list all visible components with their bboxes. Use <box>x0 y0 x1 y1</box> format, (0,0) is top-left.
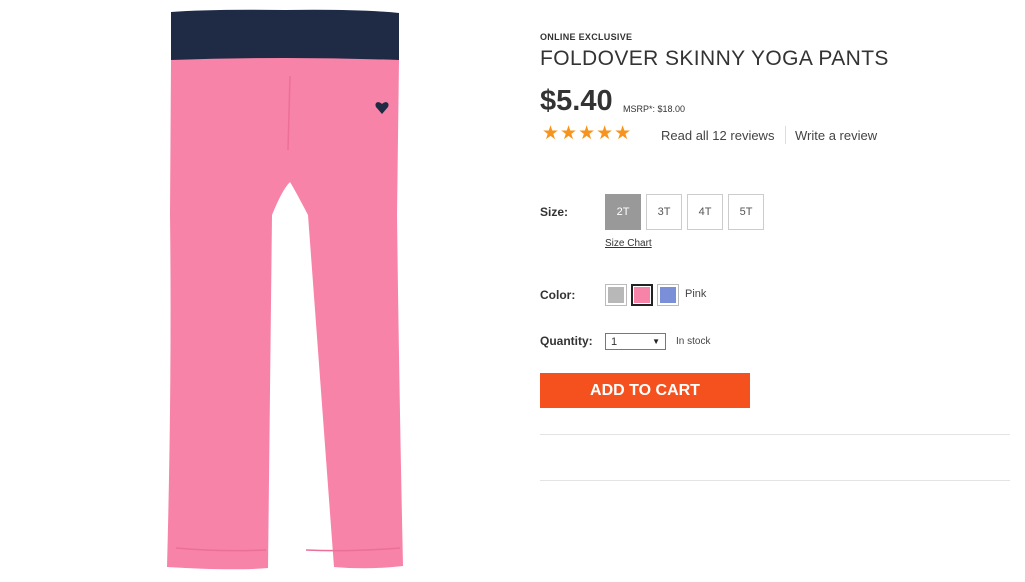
stock-status: In stock <box>676 336 711 347</box>
online-exclusive-label: ONLINE EXCLUSIVE <box>540 32 633 42</box>
color-swatch-periwinkle[interactable] <box>657 284 679 306</box>
size-option-2t[interactable]: 2T <box>605 194 641 230</box>
dropdown-arrow-icon: ▼ <box>652 337 660 346</box>
add-to-cart-button[interactable]: ADD TO CART <box>540 373 750 408</box>
read-reviews-link[interactable]: Read all 12 reviews <box>661 128 774 143</box>
color-swatch-pink[interactable] <box>631 284 653 306</box>
periwinkle-swatch-fill <box>660 287 676 303</box>
write-review-link[interactable]: Write a review <box>795 128 877 143</box>
size-option-4t[interactable]: 4T <box>687 194 723 230</box>
section-divider <box>540 480 1010 481</box>
quantity-select[interactable]: 1 ▼ <box>605 333 666 350</box>
size-chart-link[interactable]: Size Chart <box>605 238 652 249</box>
color-swatch-gray[interactable] <box>605 284 627 306</box>
color-label: Color: <box>540 288 576 302</box>
product-image <box>167 9 403 570</box>
star-rating-icon: ★★★★★ <box>542 123 633 144</box>
quantity-value: 1 <box>611 335 618 348</box>
msrp-price: MSRP*: $18.00 <box>623 104 686 114</box>
sale-price: $5.40 <box>540 85 613 117</box>
product-title: FOLDOVER SKINNY YOGA PANTS <box>540 47 889 70</box>
selected-color-name: Pink <box>685 288 707 300</box>
gray-swatch-fill <box>608 287 624 303</box>
review-links-divider <box>785 126 786 144</box>
section-divider <box>540 434 1010 435</box>
size-option-3t[interactable]: 3T <box>646 194 682 230</box>
pink-swatch-fill <box>634 287 650 303</box>
size-option-5t[interactable]: 5T <box>728 194 764 230</box>
quantity-label: Quantity: <box>540 334 593 348</box>
size-label: Size: <box>540 205 569 219</box>
